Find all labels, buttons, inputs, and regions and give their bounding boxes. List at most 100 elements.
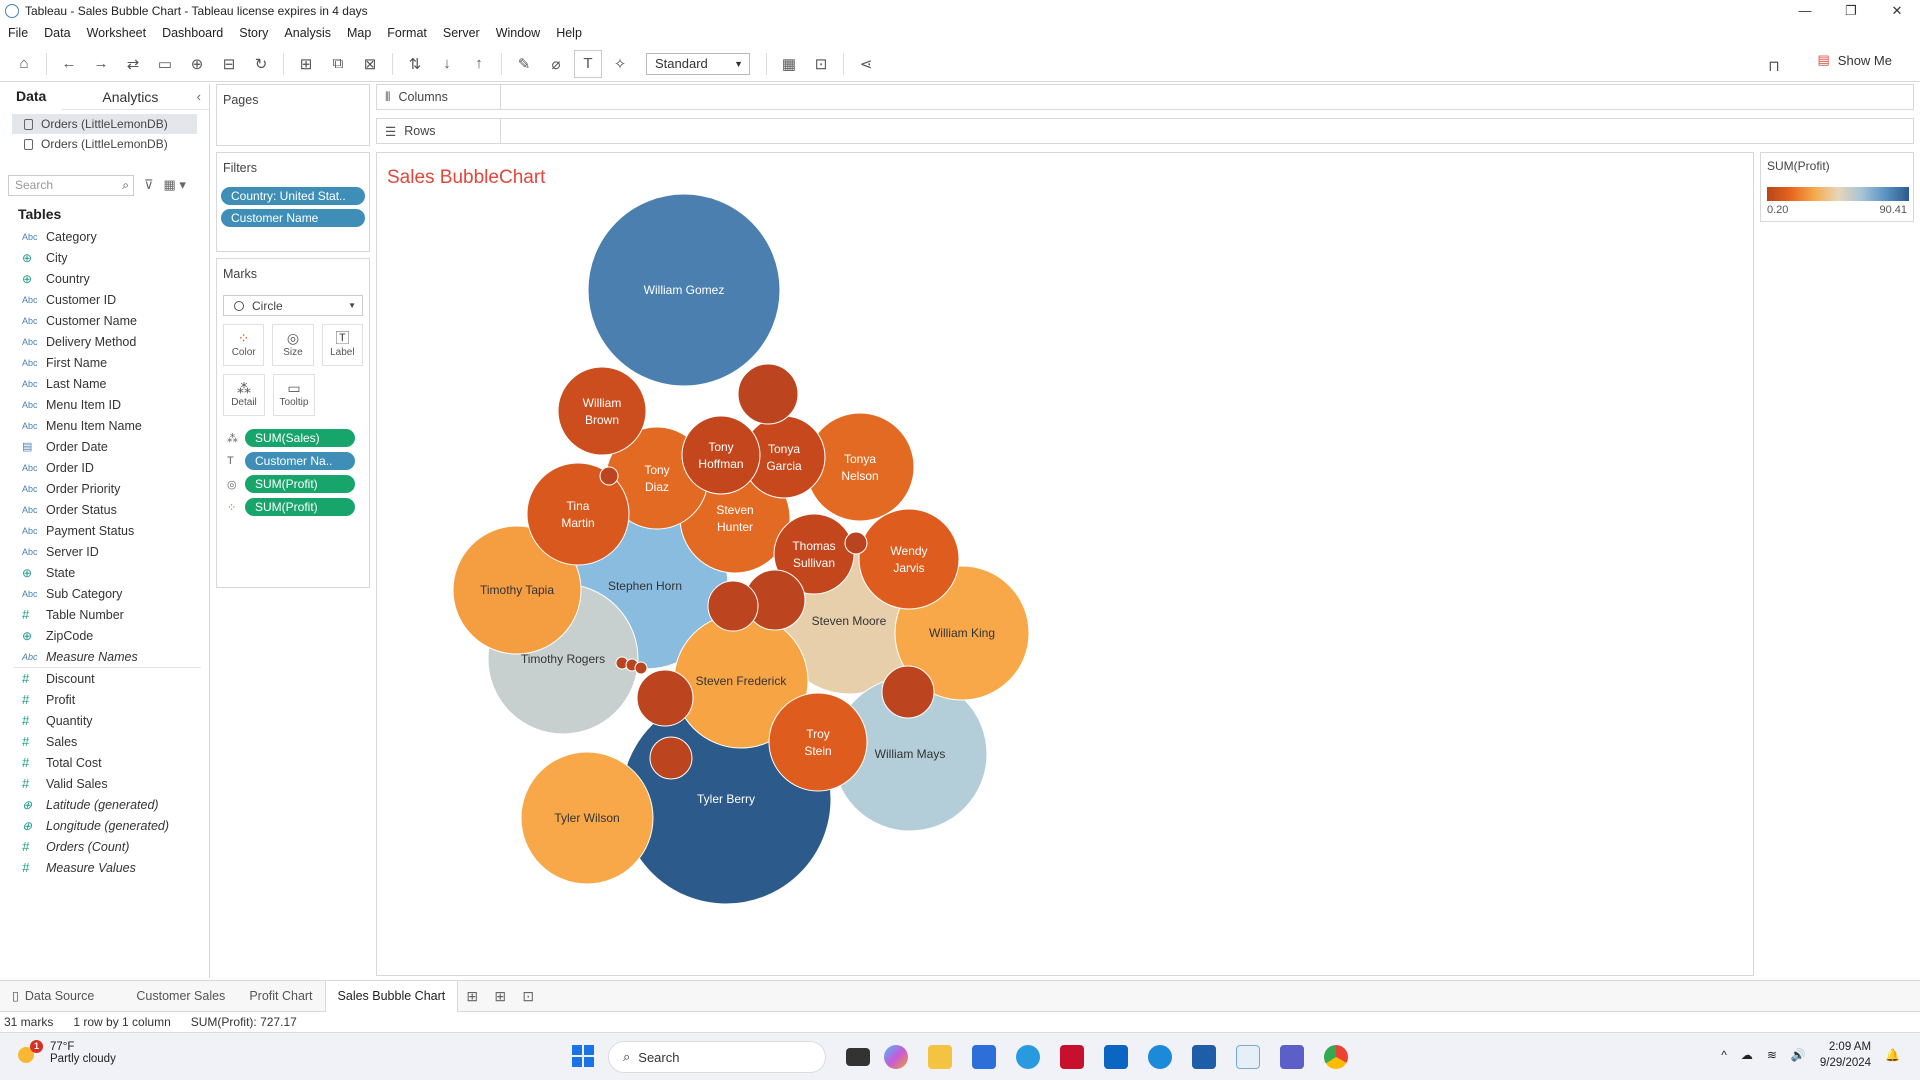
field-item[interactable]: # Quantity (0, 710, 209, 731)
cards-icon[interactable]: ▦ (775, 50, 803, 78)
field-item[interactable]: Abc Order ID (0, 457, 209, 478)
field-item[interactable]: Abc Menu Item Name (0, 415, 209, 436)
linkedin-icon[interactable] (1104, 1045, 1128, 1069)
menu-format[interactable]: Format (379, 26, 435, 40)
new-dashboard-icon[interactable]: ⊞ (486, 988, 514, 1005)
field-item[interactable]: # Orders (Count) (0, 836, 209, 857)
color-button[interactable]: ⁘ Color (223, 324, 265, 366)
tab-analytics[interactable]: Analytics (62, 84, 174, 110)
menu-dashboard[interactable]: Dashboard (154, 26, 231, 40)
minimize-button[interactable]: — (1782, 0, 1828, 22)
tab-data-source[interactable]: ▯ Data Source (0, 981, 106, 1012)
bubble-mark[interactable] (557, 366, 647, 456)
field-item[interactable]: Abc Payment Status (0, 520, 209, 541)
home-icon[interactable]: ⌂ (10, 50, 38, 78)
field-item[interactable]: Abc Customer Name (0, 310, 209, 331)
bubble-mark[interactable] (858, 508, 960, 610)
collapse-icon[interactable]: ‹ (197, 89, 201, 104)
onedrive-icon[interactable]: ☁ (1741, 1048, 1753, 1062)
bubble-mark[interactable] (844, 531, 868, 555)
pin-icon[interactable]: ⊓ (1760, 52, 1788, 80)
mark-pill-profit-size[interactable]: SUM(Profit) (245, 475, 355, 493)
field-item[interactable]: ⊕ ZipCode (0, 625, 209, 646)
new-datasource-icon[interactable]: ⊕ (183, 50, 211, 78)
search-input[interactable]: Search ⌕ (8, 174, 134, 196)
mcafee-icon[interactable] (1060, 1045, 1084, 1069)
volume-icon[interactable]: 🔊 (1791, 1048, 1806, 1062)
presentation-icon[interactable]: ⊡ (807, 50, 835, 78)
field-item[interactable]: ⊕ Latitude (generated) (0, 794, 209, 815)
store-icon[interactable] (972, 1045, 996, 1069)
share-icon[interactable]: ⋖ (852, 50, 880, 78)
datasource-item[interactable]: Orders (LittleLemonDB) (0, 134, 209, 154)
field-item[interactable]: Abc Order Priority (0, 478, 209, 499)
bubble-mark[interactable] (707, 580, 759, 632)
field-item[interactable]: # Valid Sales (0, 773, 209, 794)
field-item[interactable]: Abc Category (0, 226, 209, 247)
sort-ascending-icon[interactable]: ↓ (433, 50, 461, 78)
bubble-mark[interactable] (634, 661, 648, 675)
undo-icon[interactable]: ← (55, 50, 83, 78)
close-button[interactable]: ✕ (1874, 0, 1920, 22)
field-item[interactable]: Abc First Name (0, 352, 209, 373)
copilot-icon[interactable] (884, 1045, 908, 1069)
new-worksheet-icon[interactable]: ⊞ (292, 50, 320, 78)
filter-icon[interactable]: ⊽ (144, 177, 154, 193)
tab-sales-bubble-chart[interactable]: Sales Bubble Chart (324, 980, 459, 1012)
redo-icon[interactable]: → (87, 50, 115, 78)
group-icon[interactable]: ⌀ (542, 50, 570, 78)
mark-pill-sales[interactable]: SUM(Sales) (245, 429, 355, 447)
bubble-mark[interactable] (681, 415, 761, 495)
bubble-mark[interactable] (768, 692, 868, 792)
field-item[interactable]: # Table Number (0, 604, 209, 625)
field-item[interactable]: Abc Order Status (0, 499, 209, 520)
field-item[interactable]: # Sales (0, 731, 209, 752)
bubble-mark[interactable] (599, 466, 619, 486)
clock[interactable]: 2:09 AM 9/29/2024 (1820, 1039, 1871, 1071)
file-explorer-icon[interactable] (928, 1045, 952, 1069)
tableau-taskbar-icon[interactable] (1236, 1045, 1260, 1069)
clear-sheet-icon[interactable]: ⊠ (356, 50, 384, 78)
chevron-up-icon[interactable]: ^ (1721, 1048, 1727, 1062)
menu-data[interactable]: Data (36, 26, 78, 40)
mark-type-select[interactable]: Circle ▼ (223, 295, 363, 316)
menu-server[interactable]: Server (435, 26, 488, 40)
field-item[interactable]: Abc Sub Category (0, 583, 209, 604)
bubble-mark[interactable] (636, 669, 694, 727)
tab-profit-chart[interactable]: Profit Chart (237, 981, 324, 1012)
terminal-icon[interactable] (1192, 1045, 1216, 1069)
task-view-icon[interactable] (846, 1048, 870, 1066)
menu-analysis[interactable]: Analysis (276, 26, 339, 40)
menu-help[interactable]: Help (548, 26, 590, 40)
new-worksheet-icon[interactable]: ⊞ (458, 988, 486, 1005)
duplicate-sheet-icon[interactable]: ⧉ (324, 50, 352, 78)
datasource-item[interactable]: Orders (LittleLemonDB) (12, 114, 197, 134)
field-item[interactable]: ⊕ State (0, 562, 209, 583)
menu-map[interactable]: Map (339, 26, 379, 40)
show-labels-icon[interactable]: T (574, 49, 602, 78)
teams-icon[interactable] (1280, 1045, 1304, 1069)
chrome-icon[interactable] (1324, 1045, 1348, 1069)
new-story-icon[interactable]: ⊡ (514, 988, 542, 1005)
menu-story[interactable]: Story (231, 26, 276, 40)
field-item[interactable]: # Total Cost (0, 752, 209, 773)
menu-window[interactable]: Window (488, 26, 548, 40)
tooltip-button[interactable]: ▭ Tooltip (273, 374, 315, 416)
filter-pill-country[interactable]: Country: United Stat.. (221, 187, 365, 205)
label-button[interactable]: 🅃 Label (321, 324, 363, 366)
wifi-icon[interactable]: ≋ (1767, 1048, 1777, 1062)
app-icon[interactable] (1016, 1045, 1040, 1069)
bubble-mark[interactable] (881, 665, 935, 719)
size-button[interactable]: ◎ Size (272, 324, 314, 366)
field-item[interactable]: Abc Delivery Method (0, 331, 209, 352)
fix-axes-icon[interactable]: ✧ (606, 50, 634, 78)
field-item[interactable]: ⊕ Longitude (generated) (0, 815, 209, 836)
bubble-mark[interactable] (737, 363, 799, 425)
restore-button[interactable]: ❐ (1828, 0, 1874, 22)
field-item[interactable]: # Measure Values (0, 857, 209, 878)
highlight-icon[interactable]: ✎ (510, 50, 538, 78)
refresh-icon[interactable]: ↻ (247, 50, 275, 78)
field-item[interactable]: ⊕ City (0, 247, 209, 268)
rows-shelf[interactable]: ☰ Rows (376, 118, 1914, 144)
swap-icon[interactable]: ⇅ (401, 50, 429, 78)
